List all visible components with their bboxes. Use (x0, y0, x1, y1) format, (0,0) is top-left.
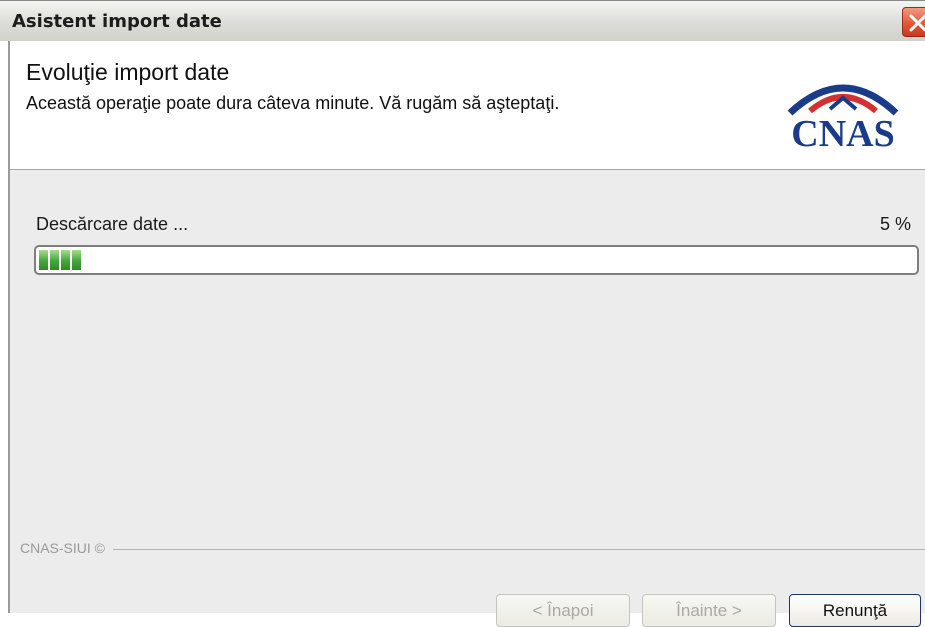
wizard-body: Descărcare date ... 5 % CNAS-SIUI © < În… (8, 170, 925, 627)
back-button[interactable]: < Înapoi (496, 594, 630, 627)
window-title: Asistent import date (12, 11, 222, 32)
progress-percent: 5 % (879, 214, 911, 234)
page-title: Evoluţie import date (26, 59, 230, 85)
progress-fill (39, 250, 81, 270)
cnas-logo: CNAS (787, 84, 899, 151)
progress-bar (34, 245, 919, 275)
progress-label: Descărcare date ... (36, 214, 189, 234)
progress-segment (50, 250, 59, 270)
title-bar: Asistent import date (0, 0, 925, 41)
cancel-button[interactable]: Renunţă (789, 594, 921, 627)
logo-text: CNAS (791, 113, 894, 151)
close-button[interactable] (902, 7, 925, 37)
footer-divider (20, 549, 925, 550)
progress-segment (61, 250, 70, 270)
next-button[interactable]: Înainte > (642, 594, 776, 627)
wizard-header: Evoluţie import date Această operaţie po… (8, 41, 925, 170)
page-subtitle: Această operaţie poate dura câteva minut… (26, 93, 560, 113)
progress-segment (72, 250, 81, 270)
close-icon (909, 14, 925, 32)
footer-brand: CNAS-SIUI © (20, 540, 113, 556)
progress-segment (39, 250, 48, 270)
